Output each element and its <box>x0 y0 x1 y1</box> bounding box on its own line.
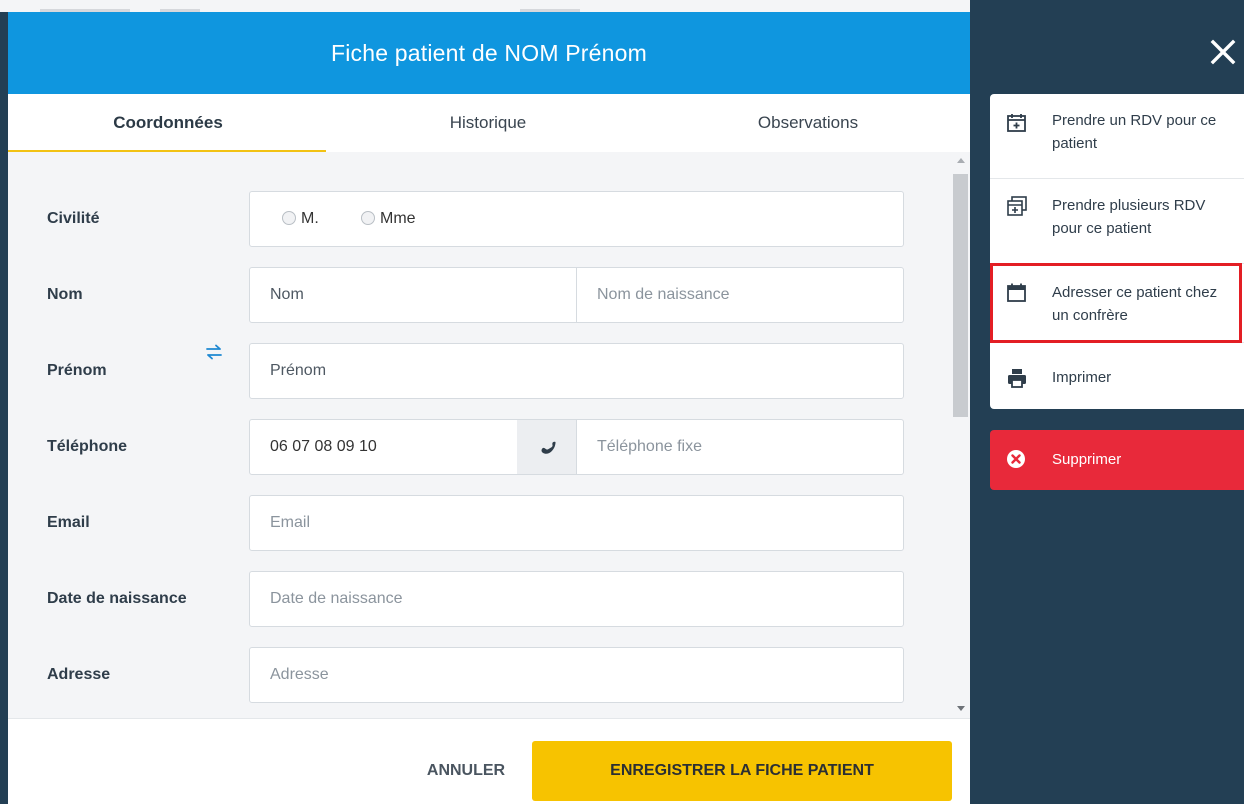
form-row-telephone: Téléphone 06 07 08 09 10 Téléphone fixe <box>8 419 948 475</box>
prenom-field: Prénom <box>249 343 904 399</box>
form-row-prenom: Prénom Prénom <box>8 343 948 399</box>
email-input[interactable]: Email <box>270 496 310 550</box>
date-naissance-input[interactable]: Date de naissance <box>270 572 403 626</box>
adresse-input[interactable]: Adresse <box>270 648 329 702</box>
form-scrollbar[interactable] <box>952 152 970 718</box>
close-circle-icon <box>1007 450 1025 468</box>
form-row-date-naissance: Date de naissance Date de naissance <box>8 571 948 627</box>
field-divider <box>576 420 577 474</box>
civilite-field: M. Mme <box>249 191 904 247</box>
email-field: Email <box>249 495 904 551</box>
date-naissance-field: Date de naissance <box>249 571 904 627</box>
action-prendre-rdv[interactable]: Prendre un RDV pour ce patient <box>990 94 1244 178</box>
tab-coordonnees[interactable]: Coordonnées <box>8 94 328 152</box>
patient-modal: Fiche patient de NOM Prénom Coordonnées … <box>8 12 970 804</box>
action-prendre-plusieurs-rdv[interactable]: Prendre plusieurs RDV pour ce patient <box>990 179 1244 263</box>
scroll-down-arrow[interactable] <box>957 706 965 711</box>
close-icon[interactable] <box>1205 34 1241 70</box>
prenom-label: Prénom <box>47 362 107 379</box>
save-patient-button[interactable]: ENREGISTRER LA FICHE PATIENT <box>532 741 952 801</box>
highlight-annotation <box>990 263 1242 343</box>
calendar-multiple-icon <box>1007 196 1027 216</box>
phone-icon <box>541 441 556 454</box>
tab-historique[interactable]: Historique <box>328 94 648 152</box>
field-divider <box>576 268 577 322</box>
action-prendre-rdv-label: Prendre un RDV pour ce patient <box>1052 112 1217 152</box>
email-label: Email <box>47 514 90 531</box>
tab-bar: Coordonnées Historique Observations <box>8 94 970 152</box>
swap-names-icon[interactable] <box>204 342 224 362</box>
calendar-plus-icon <box>1007 114 1026 132</box>
delete-label: Supprimer <box>1052 451 1122 468</box>
form-row-email: Email Email <box>8 495 948 551</box>
adresse-field: Adresse <box>249 647 904 703</box>
delete-patient-button[interactable]: Supprimer <box>990 430 1244 490</box>
action-imprimer-label: Imprimer <box>1052 369 1112 386</box>
action-prendre-plusieurs-rdv-label: Prendre plusieurs RDV pour ce patient <box>1052 197 1206 237</box>
telephone-label: Téléphone <box>47 438 128 455</box>
prenom-input[interactable]: Prénom <box>270 344 326 398</box>
scroll-up-arrow[interactable] <box>957 158 965 163</box>
action-imprimer[interactable]: Imprimer <box>990 343 1244 409</box>
telephone-fixe-input[interactable]: Téléphone fixe <box>597 420 702 474</box>
civilite-label: Civilité <box>47 210 100 227</box>
printer-icon <box>1008 369 1026 388</box>
nom-label: Nom <box>47 286 83 303</box>
radio-mme[interactable] <box>361 211 375 225</box>
form-row-civilite: Civilité M. Mme <box>8 191 948 247</box>
actions-menu: Prendre un RDV pour ce patient Prendre p… <box>990 94 1244 409</box>
modal-footer: ANNULER ENREGISTRER LA FICHE PATIENT <box>8 718 970 804</box>
radio-m[interactable] <box>282 211 296 225</box>
scroll-thumb[interactable] <box>953 174 968 417</box>
cancel-button[interactable]: ANNULER <box>406 741 526 801</box>
form-content: Civilité M. Mme Nom Nom Nom de naissance… <box>8 152 970 718</box>
telephone-mobile-input[interactable]: 06 07 08 09 10 <box>270 420 377 474</box>
form-row-adresse: Adresse Adresse <box>8 647 948 703</box>
telephone-field-group: 06 07 08 09 10 Téléphone fixe <box>249 419 904 475</box>
adresse-label: Adresse <box>47 666 111 683</box>
form-row-nom: Nom Nom Nom de naissance <box>8 267 948 323</box>
modal-title: Fiche patient de NOM Prénom <box>330 39 648 66</box>
phone-call-button[interactable] <box>517 420 576 474</box>
nom-field-group: Nom Nom de naissance <box>249 267 904 323</box>
nom-input[interactable]: Nom <box>270 268 304 322</box>
nom-naissance-input[interactable]: Nom de naissance <box>597 268 730 322</box>
radio-mme-label: Mme <box>380 210 416 227</box>
tab-observations[interactable]: Observations <box>648 94 968 152</box>
modal-header: Fiche patient de NOM Prénom <box>8 12 970 94</box>
radio-m-label: M. <box>301 210 319 227</box>
date-naissance-label: Date de naissance <box>47 590 187 607</box>
